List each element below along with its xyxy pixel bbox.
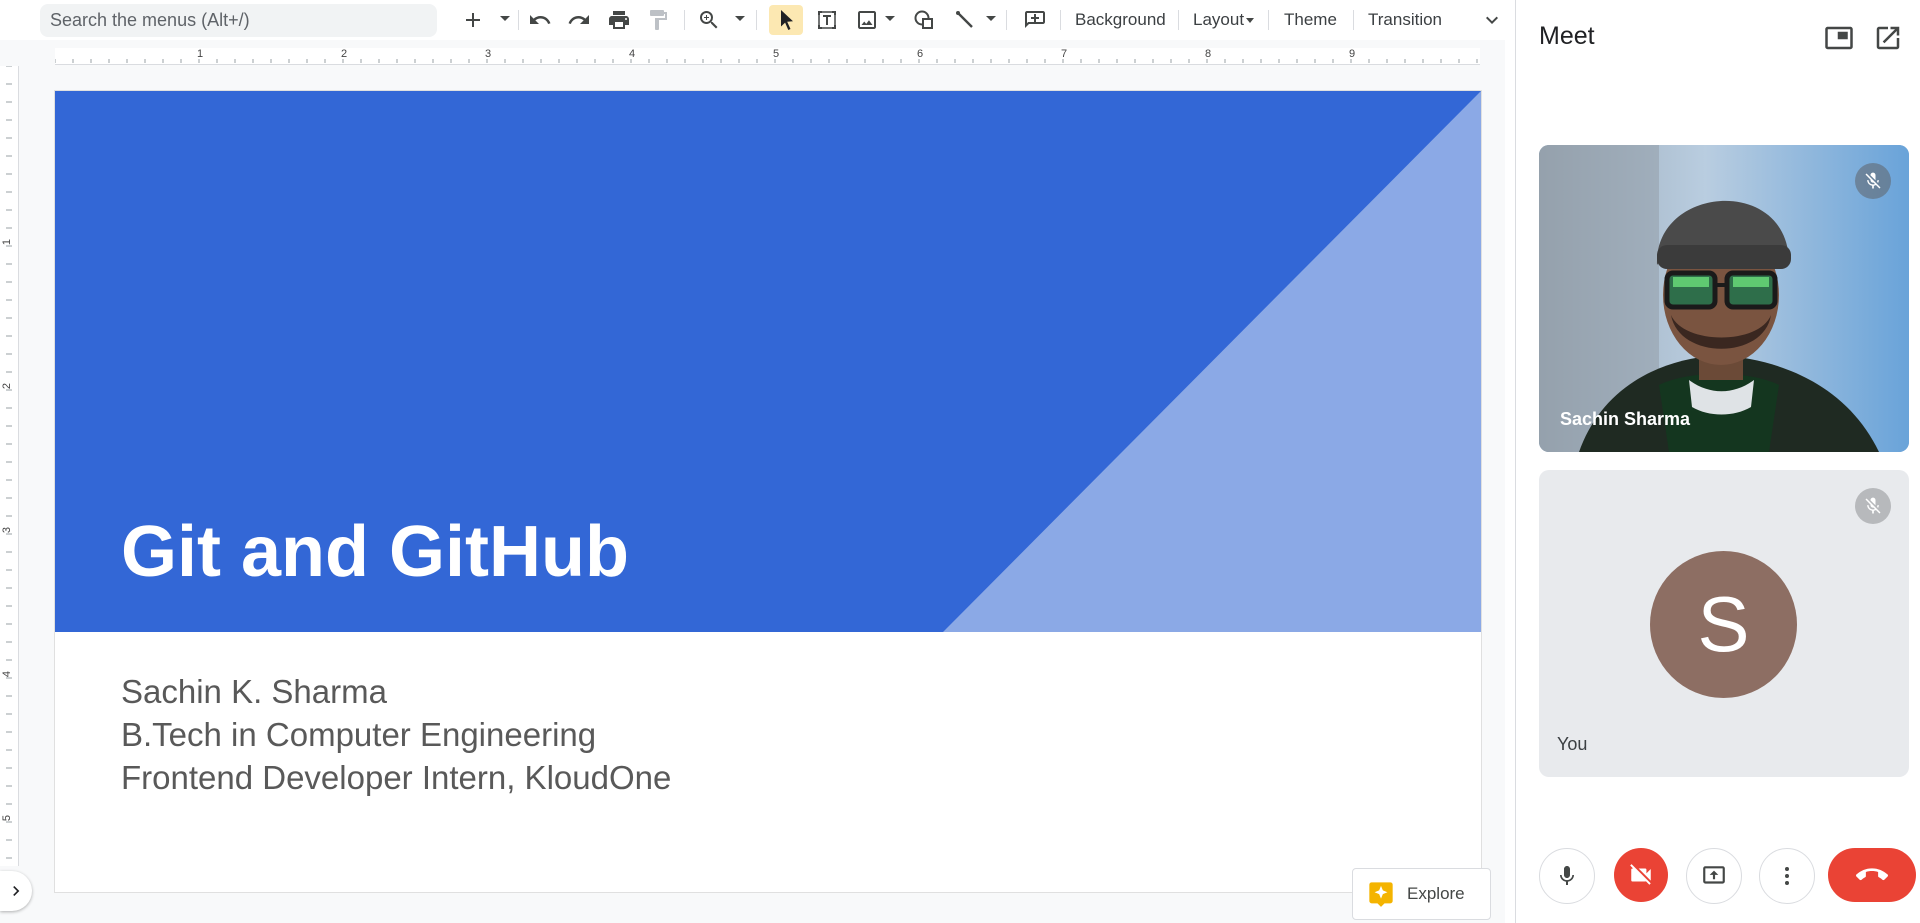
vertical-ruler-label: 3 bbox=[1, 526, 14, 534]
meet-title: Meet bbox=[1539, 22, 1595, 50]
open-in-new-icon bbox=[1876, 26, 1900, 50]
transition-button[interactable]: Transition bbox=[1364, 5, 1446, 35]
toolbar: Background Layout Theme Transition bbox=[0, 0, 1505, 40]
horizontal-ruler-label: 4 bbox=[629, 48, 636, 60]
mic-off-icon bbox=[1865, 497, 1881, 514]
slide-canvas[interactable]: Git and GitHub Sachin K. Sharma B.Tech i… bbox=[55, 91, 1481, 892]
slide-title[interactable]: Git and GitHub bbox=[121, 511, 629, 593]
collapse-icon[interactable] bbox=[1480, 5, 1504, 35]
camera-toggle-button[interactable] bbox=[1614, 848, 1668, 902]
horizontal-ruler-label: 9 bbox=[1349, 48, 1356, 60]
vertical-ruler-label: 5 bbox=[1, 814, 14, 822]
subtitle-line-name[interactable]: Sachin K. Sharma bbox=[121, 673, 387, 711]
redo-icon[interactable] bbox=[564, 5, 594, 35]
subtitle-line-role[interactable]: Frontend Developer Intern, KloudOne bbox=[121, 759, 671, 797]
subtitle-line-degree[interactable]: B.Tech in Computer Engineering bbox=[121, 716, 596, 754]
leave-call-icon bbox=[1856, 868, 1888, 881]
avatar: S bbox=[1650, 551, 1797, 698]
vertical-ruler-label: 1 bbox=[1, 238, 14, 246]
present-screen-button[interactable] bbox=[1686, 848, 1742, 904]
horizontal-ruler-label: 3 bbox=[485, 48, 492, 60]
slides-editor: Background Layout Theme Transition 1 2 3 4 5… bbox=[0, 0, 1505, 923]
participant-tile-remote[interactable]: Sachin Sharma bbox=[1539, 145, 1909, 452]
add-icon[interactable] bbox=[458, 5, 488, 35]
mic-off-icon bbox=[1865, 172, 1881, 189]
explore-button[interactable]: Explore bbox=[1352, 868, 1491, 920]
self-mic-off-badge bbox=[1855, 488, 1891, 524]
participant-video-feed bbox=[1539, 145, 1909, 452]
horizontal-ruler-label: 1 bbox=[197, 48, 204, 60]
vertical-ruler: 1 2 3 4 5 bbox=[0, 66, 19, 866]
more-options-button[interactable] bbox=[1759, 848, 1815, 904]
toolbar-divider bbox=[684, 10, 685, 30]
toolbar-divider bbox=[518, 10, 519, 30]
leave-call-button[interactable] bbox=[1828, 848, 1916, 902]
horizontal-ruler-label: 6 bbox=[917, 48, 924, 60]
add-dropdown-caret[interactable] bbox=[500, 16, 510, 21]
theme-button[interactable]: Theme bbox=[1280, 5, 1341, 35]
layout-button[interactable]: Layout bbox=[1189, 5, 1248, 35]
horizontal-ruler: 1 2 3 4 5 6 7 8 9 bbox=[55, 48, 1480, 65]
vertical-ruler-label: 4 bbox=[1, 670, 14, 678]
explore-label: Explore bbox=[1407, 884, 1465, 903]
toolbar-divider bbox=[1353, 10, 1354, 30]
undo-icon[interactable] bbox=[525, 5, 555, 35]
print-icon[interactable] bbox=[604, 5, 634, 35]
horizontal-ruler-label: 7 bbox=[1061, 48, 1068, 60]
self-participant-name: You bbox=[1557, 734, 1588, 754]
remote-participant-name: Sachin Sharma bbox=[1560, 409, 1691, 429]
expand-panel-button[interactable] bbox=[0, 871, 32, 911]
toolbar-divider bbox=[1006, 10, 1007, 30]
zoom-dropdown-caret[interactable] bbox=[735, 16, 745, 21]
more-options-icon bbox=[1785, 867, 1789, 885]
paint-format-icon[interactable] bbox=[643, 5, 673, 35]
select-icon[interactable] bbox=[769, 5, 803, 35]
background-button[interactable]: Background bbox=[1071, 5, 1170, 35]
toolbar-divider bbox=[1060, 10, 1061, 30]
meet-panel: Meet Sachin Sharma S You bbox=[1515, 0, 1920, 923]
image-dropdown-caret[interactable] bbox=[885, 16, 895, 21]
remote-mic-off-badge bbox=[1855, 163, 1891, 199]
explore-icon bbox=[1369, 882, 1393, 907]
toolbar-divider bbox=[756, 10, 757, 30]
chevron-right-icon bbox=[13, 886, 20, 896]
shape-icon[interactable] bbox=[909, 5, 939, 35]
microphone-button[interactable] bbox=[1539, 848, 1595, 904]
text-box-icon[interactable] bbox=[812, 5, 842, 35]
image-icon[interactable] bbox=[852, 5, 882, 35]
present-icon bbox=[1703, 866, 1725, 884]
picture-in-picture-button[interactable] bbox=[1822, 21, 1856, 55]
toolbar-divider bbox=[1178, 10, 1179, 30]
horizontal-ruler-label: 2 bbox=[341, 48, 348, 60]
comment-icon[interactable] bbox=[1020, 5, 1050, 35]
horizontal-ruler-label: 8 bbox=[1205, 48, 1212, 60]
horizontal-ruler-label: 5 bbox=[773, 48, 780, 60]
layout-dropdown-caret[interactable] bbox=[1246, 18, 1254, 23]
line-dropdown-caret[interactable] bbox=[986, 16, 996, 21]
vertical-ruler-label: 2 bbox=[1, 382, 14, 390]
picture-in-picture-icon bbox=[1825, 26, 1853, 50]
open-in-new-window-button[interactable] bbox=[1871, 21, 1905, 55]
search-menus-input[interactable] bbox=[40, 4, 440, 37]
toolbar-divider bbox=[1268, 10, 1269, 30]
microphone-icon bbox=[1560, 866, 1574, 885]
participant-tile-self[interactable]: S You bbox=[1539, 470, 1909, 777]
search-menus-box[interactable] bbox=[40, 4, 440, 37]
line-icon[interactable] bbox=[950, 5, 980, 35]
zoom-icon[interactable] bbox=[694, 5, 724, 35]
camera-off-icon bbox=[1630, 864, 1651, 885]
